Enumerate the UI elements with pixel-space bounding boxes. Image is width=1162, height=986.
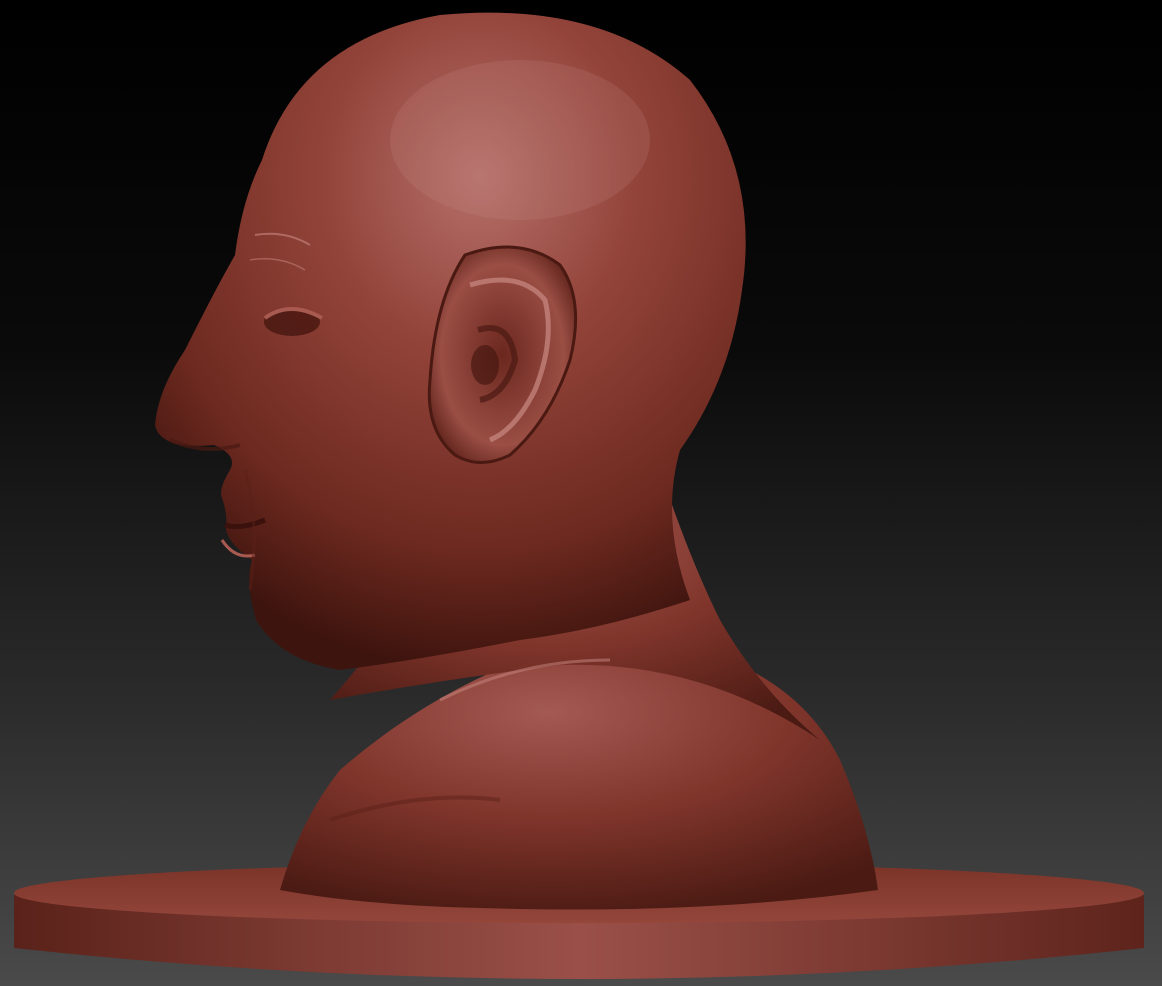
3d-viewport[interactable] xyxy=(0,0,1162,986)
skull-highlight xyxy=(390,60,650,220)
bust-render xyxy=(14,12,1144,979)
